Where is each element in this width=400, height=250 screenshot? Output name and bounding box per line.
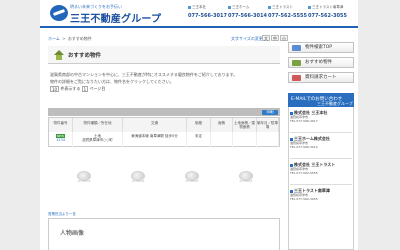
company-info: 三王ホーム株式会社 滋賀県草津市 TEL 077-566-3014 [290, 136, 354, 149]
office-tel: 077-562-3055 [308, 13, 347, 19]
page-select[interactable]: 1 [81, 86, 89, 92]
office-sano-honsha: 三王本社 077-566-3017 [188, 3, 227, 23]
page-suffix: ページ目 [89, 86, 106, 91]
brand-name[interactable]: 三王不動産グループ [70, 10, 161, 25]
page: 明るい未来づくりをお手伝い 三王不動産グループ 三王本社 077-566-301… [0, 0, 400, 250]
col-header: 面積 [211, 118, 233, 132]
office-name: 三王トラスト [272, 5, 293, 9]
no-image-placeholder[interactable]: NO IMAGE [236, 170, 256, 184]
header-divider [40, 26, 358, 28]
text-size-small-button[interactable]: 小 [280, 35, 288, 41]
divider [290, 158, 352, 159]
text-size-medium-button[interactable]: 中 [271, 35, 279, 41]
traffic-cell: 東海道本線 南草津駅 徒歩5分 [123, 132, 187, 147]
price-cell: 未定 [187, 132, 211, 147]
office-name: 三王トラスト南草津 [312, 5, 344, 9]
col-header: 交通 [123, 118, 187, 132]
office-sano-trust-minami: 三王トラスト南草津 077-562-3055 [308, 3, 347, 23]
col-header: 物件番号 [49, 118, 73, 132]
print-button[interactable]: 印刷 [262, 110, 278, 115]
search-icon [292, 45, 301, 51]
company-info: 三王トラスト南草津 滋賀県草津市 TEL 077-562-3055 [290, 188, 354, 201]
per-page-suffix: 件表示する [60, 86, 81, 91]
nav-search-top-button[interactable]: 物件検索TOP [288, 42, 354, 53]
col-header: 土地面積／建物面積 [233, 118, 257, 132]
intro-line: 物件の詳細をご覧になりたい方は、物件名をクリックしてください。 [50, 79, 174, 84]
office-sano-home: 三王ホーム 077-566-3014 [228, 3, 267, 23]
company-info: 株式会社 三王本社 滋賀県草津市 TEL 077-566-3017 [290, 110, 354, 123]
email-contact-banner[interactable]: E-MAILでのお問い合わせ 三王不動産グループ [288, 93, 354, 107]
land-area-cell [233, 132, 257, 147]
no-image-placeholder[interactable]: NO IMAGE [182, 170, 202, 184]
col-header: 築年月／駐車場 [257, 118, 279, 132]
group-label: 三王不動産グループ [317, 101, 353, 106]
col-header: 価格 [187, 118, 211, 132]
company-info: 株式会社 三王トラスト 滋賀県草津市 TEL 077-562-5555 [290, 162, 354, 175]
house-icon [54, 50, 64, 60]
breadcrumb-separator: > [62, 36, 66, 41]
col-header: 物件種類／所在地 [73, 118, 123, 132]
office-tel: 077-562-5555 [268, 13, 307, 19]
office-sano-trust: 三王トラスト 077-562-5555 [268, 3, 307, 23]
per-page-select[interactable]: 10 [50, 86, 60, 92]
logo-icon[interactable] [50, 5, 68, 21]
no-image-placeholder[interactable]: NO IMAGE [128, 170, 148, 184]
text-size-large-button[interactable]: 大 [262, 35, 270, 41]
table-row[interactable]: NEW 1234 [49, 132, 73, 147]
office-tel: 077-566-3014 [228, 13, 267, 19]
intro-text: 滋賀県南部の中古マンションを中心に、三王不動産が特にオススメする優良物件をご紹介… [50, 71, 280, 85]
list-controls: 10 件表示する 1 ページ目 [50, 86, 105, 93]
staff-comment-label: 営業担当より一言 [48, 212, 76, 216]
area-cell [211, 132, 233, 147]
breadcrumb-home-link[interactable]: ホーム [48, 36, 60, 41]
property-type-cell: 土地 滋賀県草津市○○町 [73, 132, 123, 147]
divider [290, 132, 352, 133]
office-name: 三王ホーム [232, 5, 250, 9]
office-icon [308, 5, 311, 9]
nav-cart-button[interactable]: 資料請求カート [288, 72, 354, 83]
nav-recommended-button[interactable]: おすすめ物件 [288, 57, 354, 68]
site-header: 明るい未来づくりをお手伝い 三王不動産グループ 三王本社 077-566-301… [40, 0, 358, 26]
staff-photo-title: 人物画像 [60, 230, 85, 237]
intro-line: 滋賀県南部の中古マンションを中心に、三王不動産が特にオススメする優良物件をご紹介… [50, 72, 238, 77]
table-toolbar [48, 108, 280, 116]
built-date-cell [257, 132, 279, 147]
property-table: 物件番号 物件種類／所在地 交通 価格 面積 土地面積／建物面積 築年月／駐車場… [48, 117, 280, 147]
breadcrumb: ホーム > おすすめ物件 [48, 36, 92, 42]
office-icon [228, 5, 231, 9]
text-size-label: 文字サイズの変更 [231, 36, 263, 41]
office-icon [268, 5, 271, 9]
office-tel: 077-566-3017 [188, 13, 227, 19]
house-icon [292, 60, 301, 66]
property-address: 滋賀県草津市○○町 [82, 138, 113, 142]
no-image-placeholder[interactable]: NO IMAGE [74, 170, 94, 184]
section-title: おすすめ物件 [68, 53, 102, 59]
office-name: 三王本社 [192, 5, 206, 9]
property-id[interactable]: 1234 [56, 138, 65, 142]
section-header: おすすめ物件 [48, 46, 280, 64]
breadcrumb-current: おすすめ物件 [67, 36, 92, 41]
office-icon [188, 5, 191, 9]
cart-icon [292, 75, 301, 81]
divider [290, 184, 352, 185]
